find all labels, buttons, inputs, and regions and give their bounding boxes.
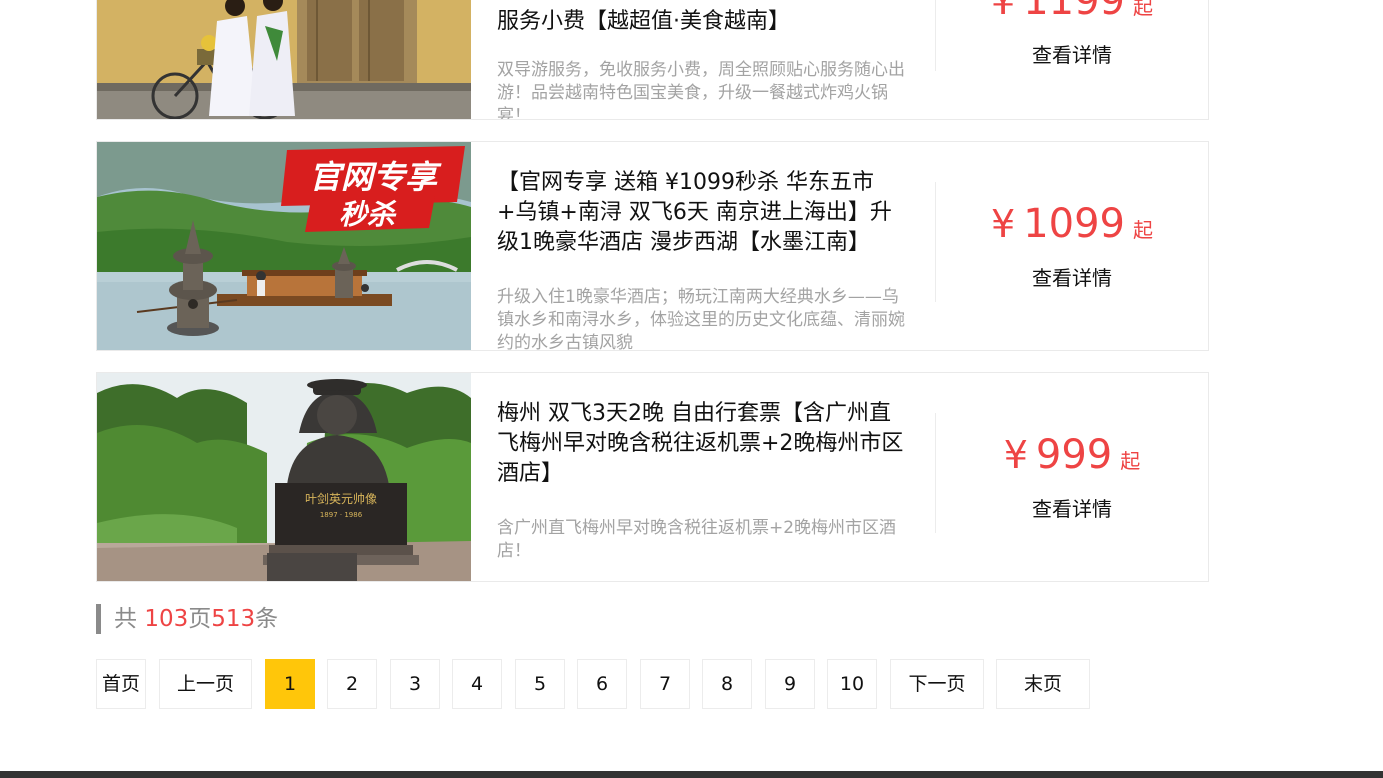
results-summary: 共 103页513条 [96,604,278,634]
westlake-photo: 官网专享 秒杀 [97,142,471,350]
product-card[interactable]: 官网专享 秒杀 【官网专享 送箱 ¥1099秒杀 华东五市+乌镇+南浔 双飞6天… [96,141,1209,351]
product-price: ¥1199 起 [936,0,1208,31]
price-value: 999 [1035,432,1113,478]
summary-items-unit: 条 [255,606,279,632]
currency-symbol: ¥ [991,0,1016,23]
price-box: ¥999 起 查看详情 [936,373,1208,581]
page-5-button[interactable]: 5 [515,659,565,709]
page-3-button[interactable]: 3 [390,659,440,709]
price-value: 1199 [1023,0,1125,24]
pedestal: 叶剑英元帅像 1897 · 1986 [263,483,419,565]
page-2-button[interactable]: 2 [327,659,377,709]
page-7-button[interactable]: 7 [640,659,690,709]
currency-symbol: ¥ [1003,433,1028,477]
product-title[interactable]: 【官网专享 送箱 ¥1099秒杀 华东五市+乌镇+南浔 双飞6天 南京进上海出】… [497,168,911,258]
footer-bar [0,771,1383,778]
price-suffix: 起 [1120,449,1141,473]
summary-prefix: 共 [114,606,145,632]
view-details-link[interactable]: 查看详情 [936,493,1208,522]
plaque-years: 1897 · 1986 [320,511,363,519]
product-info: 服务小费【越超值·美食越南】 双导游服务，免收服务小费，周全照顾贴心服务随心出游… [497,0,911,119]
page-9-button[interactable]: 9 [765,659,815,709]
page-6-button[interactable]: 6 [577,659,627,709]
prev-page-button[interactable]: 上一页 [159,659,252,709]
product-list: 服务小费【越超值·美食越南】 双导游服务，免收服务小费，周全照顾贴心服务随心出游… [96,0,1209,603]
product-price: ¥1099 起 [936,200,1208,254]
product-title[interactable]: 服务小费【越超值·美食越南】 [497,7,911,67]
price-suffix: 起 [1132,0,1153,19]
product-description: 双导游服务，免收服务小费，周全照顾贴心服务随心出游！品尝越南特色国宝美食，升级一… [497,60,905,119]
product-title[interactable]: 梅州 双飞3天2晚 自由行套票【含广州直飞梅州早对晚含税往返机票+2晚梅州市区酒… [497,399,911,489]
meizhou-statue-photo: 叶剑英元帅像 1897 · 1986 [97,373,471,581]
product-card[interactable]: 叶剑英元帅像 1897 · 1986 梅州 双飞3天2晚 自由行套票【含广州直飞… [96,372,1209,582]
product-info: 梅州 双飞3天2晚 自由行套票【含广州直飞梅州早对晚含税往返机票+2晚梅州市区酒… [497,373,911,581]
view-details-link[interactable]: 查看详情 [936,39,1208,68]
summary-pages-unit: 页 [188,606,212,632]
price-box: ¥1199 起 查看详情 [936,0,1208,119]
product-info: 【官网专享 送箱 ¥1099秒杀 华东五市+乌镇+南浔 双飞6天 南京进上海出】… [497,142,911,350]
product-description: 升级入住1晚豪华酒店；畅玩江南两大经典水乡——乌镇水乡和南浔水乡，体验这里的历史… [497,287,905,350]
currency-symbol: ¥ [991,202,1016,246]
product-description: 含广州直飞梅州早对晚含税往返机票+2晚梅州市区酒店！ [497,518,897,561]
page-1-button[interactable]: 1 [265,659,315,709]
page: 服务小费【越超值·美食越南】 双导游服务，免收服务小费，周全照顾贴心服务随心出游… [0,0,1383,778]
first-page-button[interactable]: 首页 [96,659,146,709]
badge-line-2: 秒杀 [339,198,397,231]
product-price: ¥999 起 [936,431,1208,485]
page-10-button[interactable]: 10 [827,659,877,709]
page-4-button[interactable]: 4 [452,659,502,709]
plaque-name: 叶剑英元帅像 [305,491,377,506]
view-details-link[interactable]: 查看详情 [936,262,1208,291]
product-image-meizhou[interactable]: 叶剑英元帅像 1897 · 1986 [97,373,471,581]
product-image-vietnam[interactable] [97,0,471,119]
price-suffix: 起 [1132,218,1153,242]
summary-item-count: 513 [211,606,256,632]
vietnam-photo [97,0,471,119]
summary-page-count: 103 [144,606,189,632]
product-card[interactable]: 服务小费【越超值·美食越南】 双导游服务，免收服务小费，周全照顾贴心服务随心出游… [96,0,1209,120]
product-image-westlake[interactable]: 官网专享 秒杀 [97,142,471,350]
price-box: ¥1099 起 查看详情 [936,142,1208,350]
price-value: 1099 [1023,201,1125,247]
next-page-button[interactable]: 下一页 [890,659,984,709]
last-page-button[interactable]: 末页 [996,659,1090,709]
badge-line-1: 官网专享 [309,158,442,196]
page-8-button[interactable]: 8 [702,659,752,709]
